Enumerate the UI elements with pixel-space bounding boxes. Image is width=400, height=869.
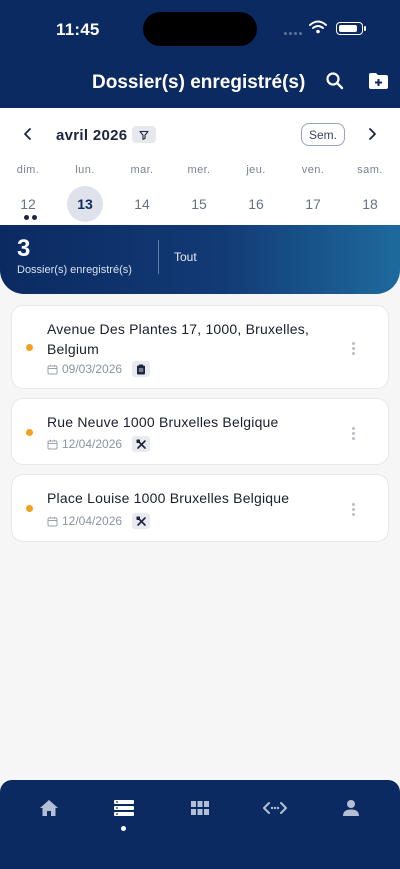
status-dot — [26, 429, 33, 436]
event-indicator-dots — [24, 215, 37, 220]
dossier-date: 12/04/2026 — [62, 437, 123, 451]
day-number: 14 — [134, 196, 150, 212]
day-number: 18 — [362, 196, 378, 212]
filter-button[interactable] — [132, 126, 156, 143]
dossier-card[interactable]: Rue Neuve 1000 Bruxelles Belgique 12/04/… — [11, 398, 389, 465]
week-calendar: avril 2026 Sem. dim. 12 lun. 13 mar. 14 … — [0, 108, 400, 236]
dossier-meta: 12/04/2026 — [47, 436, 151, 452]
status-dot — [26, 505, 33, 512]
calendar-icon — [47, 364, 58, 374]
clipboard-icon — [132, 361, 151, 377]
calendar-day[interactable]: jeu. 16 — [230, 164, 282, 222]
nav-grid[interactable] — [178, 780, 222, 836]
more-options-icon[interactable] — [350, 503, 356, 516]
week-view-toggle[interactable]: Sem. — [301, 123, 345, 146]
cellular-signal-icon — [284, 32, 302, 35]
calendar-day[interactable]: mer. 15 — [173, 164, 225, 222]
status-dot — [26, 344, 33, 351]
dynamic-island — [143, 12, 257, 46]
profile-icon — [343, 800, 359, 816]
status-filter[interactable]: Tout — [174, 250, 197, 264]
dossier-date: 09/03/2026 — [62, 362, 123, 376]
day-of-week: sam. — [357, 164, 383, 176]
folder-plus-icon[interactable] — [368, 71, 389, 91]
day-of-week: lun. — [75, 164, 95, 176]
calendar-month-label[interactable]: avril 2026 — [56, 127, 127, 144]
day-number: 15 — [191, 196, 207, 212]
calendar-day-selected[interactable]: lun. 13 — [59, 164, 111, 222]
dossier-address: Avenue Des Plantes 17, 1000, Bruxelles, … — [47, 321, 310, 357]
more-options-icon[interactable] — [350, 342, 356, 355]
status-time: 11:45 — [56, 20, 100, 39]
summary-banner: 3 Dossier(s) enregistré(s) Tout — [0, 225, 400, 294]
code-icon — [263, 802, 287, 814]
calendar-icon — [47, 439, 58, 449]
day-number: 13 — [67, 186, 103, 222]
dossier-count-label: Dossier(s) enregistré(s) — [17, 264, 132, 276]
battery-icon — [336, 22, 366, 35]
dossier-address: Place Louise 1000 Bruxelles Belgique — [47, 490, 290, 506]
dossier-address: Rue Neuve 1000 Bruxelles Belgique — [47, 414, 279, 430]
day-of-week: dim. — [16, 164, 40, 176]
nav-home[interactable] — [27, 780, 71, 836]
list-icon — [114, 800, 134, 816]
more-options-icon[interactable] — [350, 427, 356, 440]
day-of-week: mar. — [130, 164, 154, 176]
dossier-card[interactable]: Place Louise 1000 Bruxelles Belgique 12/… — [11, 474, 389, 542]
day-number: 16 — [248, 196, 264, 212]
dossier-date: 12/04/2026 — [62, 514, 123, 528]
calendar-day[interactable]: dim. 12 — [2, 164, 54, 222]
divider — [158, 240, 159, 274]
app-header: 11:45 Dossier(s) enregistré(s) — [0, 0, 400, 108]
calendar-day[interactable]: sam. 18 — [344, 164, 396, 222]
calendar-day[interactable]: ven. 17 — [287, 164, 339, 222]
day-number: 17 — [305, 196, 321, 212]
day-of-week: ven. — [301, 164, 325, 176]
dossier-card[interactable]: Avenue Des Plantes 17, 1000, Bruxelles, … — [11, 305, 389, 389]
home-icon — [40, 800, 58, 816]
calendar-icon — [47, 516, 58, 526]
grid-icon — [191, 801, 209, 815]
chevron-right-icon[interactable] — [364, 126, 380, 142]
active-tab-indicator — [121, 826, 126, 831]
tools-icon — [132, 436, 151, 452]
day-of-week: mer. — [187, 164, 211, 176]
nav-profile[interactable] — [329, 780, 373, 836]
wifi-icon — [309, 20, 327, 34]
filter-icon — [139, 130, 149, 140]
dossier-meta: 09/03/2026 — [47, 361, 151, 377]
dossier-meta: 12/04/2026 — [47, 513, 151, 529]
search-icon[interactable] — [325, 71, 345, 91]
bottom-navigation — [0, 780, 400, 869]
nav-code[interactable] — [253, 780, 297, 836]
calendar-day[interactable]: mar. 14 — [116, 164, 168, 222]
day-of-week: jeu. — [246, 164, 266, 176]
dossier-count: 3 — [17, 235, 31, 262]
chevron-left-icon[interactable] — [20, 126, 36, 142]
tools-icon — [132, 513, 151, 529]
